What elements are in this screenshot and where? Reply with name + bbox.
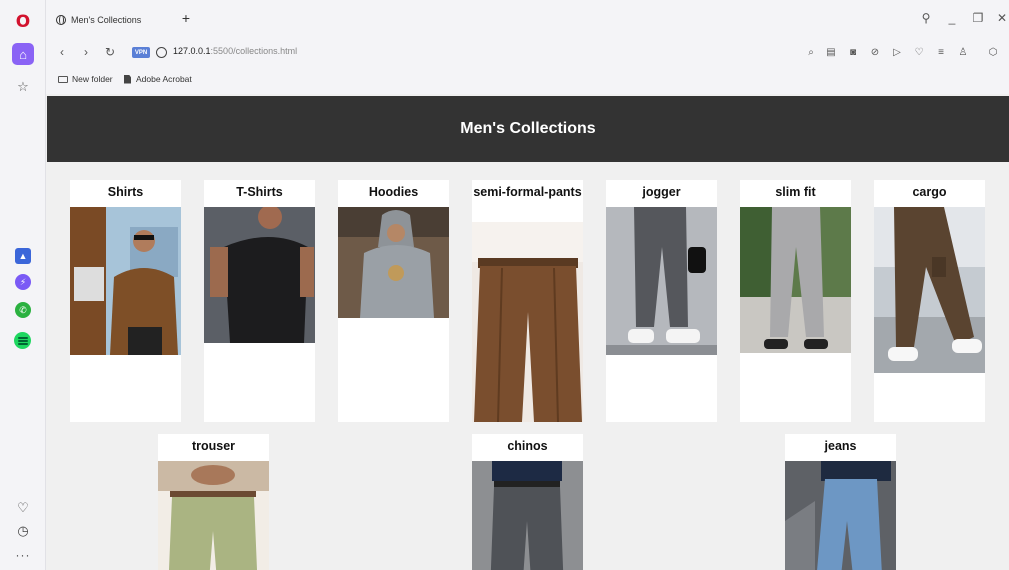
product-image-trouser[interactable] (158, 461, 269, 570)
card-title: Hoodies (368, 185, 419, 199)
search-in-page-icon[interactable]: ⌕ (804, 44, 818, 60)
product-image-t-shirts[interactable] (204, 207, 315, 343)
product-image-jeans[interactable] (785, 461, 896, 570)
product-image-shirts[interactable] (70, 207, 181, 355)
card-title: slim fit (775, 185, 816, 199)
favorite-heart-icon[interactable]: ♡ (912, 44, 926, 60)
reader-icon[interactable]: ▤ (824, 44, 838, 60)
document-icon (124, 74, 131, 84)
globe-icon (56, 15, 66, 25)
home-icon[interactable]: ⌂ (12, 43, 34, 65)
collection-card-shirts[interactable]: Shirts (70, 180, 181, 422)
card-title: jeans (824, 439, 857, 453)
collection-card-t-shirts[interactable]: T-Shirts (204, 180, 315, 422)
shield-icon[interactable]: ⊘ (868, 44, 882, 60)
spotify-icon[interactable] (14, 332, 31, 349)
tab-mens-collections[interactable]: Men's Collections (52, 8, 158, 32)
bookmark-adobe-acrobat[interactable]: Adobe Acrobat (124, 74, 192, 84)
collection-card-slim-fit[interactable]: slim fit (740, 180, 851, 422)
product-image-cargo[interactable] (874, 207, 985, 373)
new-tab-button[interactable]: + (178, 10, 194, 26)
bookmarks-bar: New folder Adobe Acrobat (46, 68, 1009, 94)
back-icon[interactable]: ‹ (54, 44, 70, 60)
restore-icon[interactable]: ❐ (970, 10, 986, 26)
extensions-cube-icon[interactable]: ⬡ (986, 44, 1000, 60)
history-clock-icon[interactable]: ◷ (13, 521, 33, 541)
messenger-icon[interactable]: ⚡ (15, 274, 31, 290)
star-icon[interactable]: ☆ (13, 77, 33, 97)
play-icon[interactable]: ▷ (890, 44, 904, 60)
collection-card-semi-formal-pants[interactable]: semi-formal-pants (472, 180, 583, 422)
card-title: semi-formal-pants (473, 185, 582, 199)
card-title: T-Shirts (236, 185, 283, 199)
folder-icon (58, 75, 68, 83)
aria-ai-icon[interactable]: ▲ (15, 248, 31, 264)
card-title: cargo (912, 185, 947, 199)
tab-title: Men's Collections (71, 15, 142, 25)
menu-lines-icon[interactable]: ≡ (934, 44, 948, 60)
profile-icon[interactable]: ♙ (956, 44, 970, 60)
collection-card-hoodies[interactable]: Hoodies (338, 180, 449, 422)
product-image-slim-fit[interactable] (740, 207, 851, 353)
browser-sidebar: O ⌂ ☆ ▲ ⚡ ✆ ♡ ◷ ··· (0, 0, 46, 570)
page-viewport: Men's Collections Shirts T-Shirts Hoodie… (46, 94, 1009, 570)
opera-logo-icon[interactable]: O (13, 12, 33, 32)
address-bar-row: ‹ › ↻ VPN 127.0.0.1:5500/collections.htm… (46, 38, 1009, 68)
url-field[interactable]: 127.0.0.1:5500/collections.html (173, 46, 297, 56)
whatsapp-icon[interactable]: ✆ (15, 302, 31, 318)
more-dots-icon[interactable]: ··· (13, 545, 33, 565)
forward-icon[interactable]: › (78, 44, 94, 60)
bookmark-new-folder[interactable]: New folder (58, 74, 113, 84)
page-header: Men's Collections (47, 96, 1009, 162)
product-image-hoodies[interactable] (338, 207, 449, 318)
page-title: Men's Collections (460, 120, 596, 137)
card-title: trouser (191, 439, 236, 453)
reload-icon[interactable]: ↻ (102, 44, 118, 60)
vpn-badge[interactable]: VPN (132, 47, 150, 58)
product-image-chinos[interactable] (472, 461, 583, 570)
card-title: jogger (642, 185, 681, 199)
minimize-icon[interactable]: _ (944, 10, 960, 26)
search-tabs-icon[interactable]: ⚲ (918, 10, 934, 26)
product-image-semi-formal-pants[interactable] (472, 222, 583, 422)
url-path: :5500/collections.html (210, 46, 298, 56)
collection-card-jogger[interactable]: jogger (606, 180, 717, 422)
camera-icon[interactable]: ◙ (846, 44, 860, 60)
card-title: Shirts (107, 185, 144, 199)
site-info-icon[interactable] (156, 47, 167, 58)
url-host: 127.0.0.1 (173, 46, 211, 56)
tab-strip: Men's Collections + ⚲ _ ❐ ✕ (46, 0, 1009, 38)
product-image-jogger[interactable] (606, 207, 717, 355)
collection-card-cargo[interactable]: cargo (874, 180, 985, 422)
bookmark-label: New folder (72, 74, 113, 84)
card-title: chinos (507, 439, 548, 453)
collection-card-jeans[interactable]: jeans (785, 434, 896, 570)
collection-card-chinos[interactable]: chinos (472, 434, 583, 570)
heart-icon[interactable]: ♡ (13, 498, 33, 518)
bookmark-label: Adobe Acrobat (136, 74, 192, 84)
close-icon[interactable]: ✕ (994, 10, 1009, 26)
collection-card-trouser[interactable]: trouser (158, 434, 269, 570)
